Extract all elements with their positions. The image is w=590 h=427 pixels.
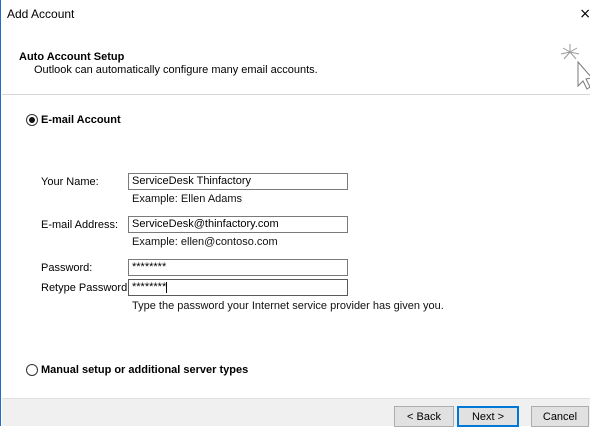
cancel-button[interactable]: Cancel: [531, 406, 589, 427]
password-input[interactable]: ********: [128, 259, 348, 276]
email-account-label: E-mail Account: [41, 114, 121, 126]
dialog-body: [2, 96, 590, 394]
email-address-hint: Example: ellen@contoso.com: [132, 236, 278, 248]
retype-password-label: Retype Password:: [41, 282, 131, 294]
email-address-input[interactable]: ServiceDesk@thinfactory.com: [128, 216, 348, 233]
email-account-radio[interactable]: [26, 114, 38, 126]
manual-setup-label: Manual setup or additional server types: [41, 364, 249, 376]
password-hint: Type the password your Internet service …: [132, 300, 444, 312]
dialog-header: Auto Account Setup Outlook can automatic…: [2, 30, 590, 95]
header-title: Auto Account Setup: [19, 51, 125, 63]
back-button[interactable]: < Back: [394, 406, 454, 427]
window-title: Add Account: [7, 7, 75, 21]
manual-setup-option[interactable]: Manual setup or additional server types: [26, 364, 248, 376]
email-account-option[interactable]: E-mail Account: [26, 114, 121, 126]
title-bar: Add Account ×: [2, 0, 590, 30]
retype-password-input[interactable]: ********: [128, 279, 348, 296]
add-account-dialog: Add Account × Auto Account Setup Outlook…: [0, 0, 590, 427]
manual-setup-radio[interactable]: [26, 364, 38, 376]
your-name-label: Your Name:: [41, 176, 99, 188]
header-subtitle: Outlook can automatically configure many…: [34, 64, 318, 76]
password-label: Password:: [41, 262, 93, 274]
close-button[interactable]: ×: [579, 0, 590, 28]
text-caret: [166, 281, 168, 293]
retype-password-value: ********: [132, 281, 167, 293]
your-name-hint: Example: Ellen Adams: [132, 193, 243, 205]
email-address-label: E-mail Address:: [41, 219, 119, 231]
your-name-input[interactable]: ServiceDesk Thinfactory: [128, 173, 348, 190]
cursor-sparkle-icon: [560, 44, 590, 90]
next-button[interactable]: Next >: [457, 406, 519, 427]
